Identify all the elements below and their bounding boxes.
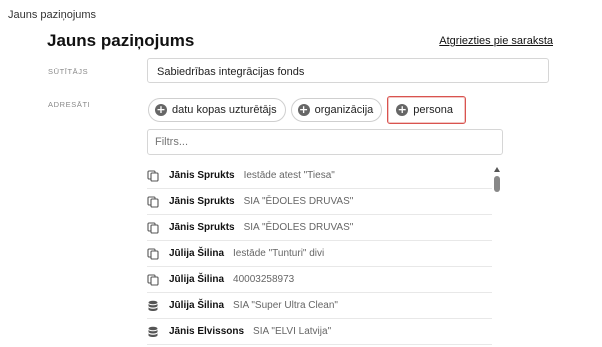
person-organization: Iestāde "Tunturi" divi xyxy=(233,248,325,259)
plus-circle-icon: + xyxy=(155,103,167,116)
chip-label: datu kopas uzturētājs xyxy=(172,104,277,116)
list-item[interactable]: Jānis Elvissons SIA "ELVI Latvija" xyxy=(147,319,492,345)
copy-icon xyxy=(147,195,159,208)
person-organization: Iestāde atest "Tiesa" xyxy=(243,170,335,181)
person-name: Jūlija Šilina xyxy=(169,300,225,311)
list-item[interactable]: Jūlija Šilina SIA "Super Ultra Clean" xyxy=(147,293,492,319)
person-organization: 40003258973 xyxy=(233,274,295,285)
person-organization: SIA "ĒDOLES DRUVAS" xyxy=(243,222,354,233)
person-name: Jānis Sprukts xyxy=(169,222,235,233)
copy-icon xyxy=(147,169,159,182)
list-item[interactable]: Jānis Sprukts SIA "ĒDOLES DRUVAS" xyxy=(147,189,492,215)
database-icon xyxy=(147,326,159,338)
chip-label: persona xyxy=(413,104,454,116)
database-icon xyxy=(147,300,159,312)
page-title: Jauns paziņojums xyxy=(47,31,195,50)
chip-person[interactable]: + persona xyxy=(387,96,467,124)
person-list: Jānis Sprukts Iestāde atest "Tiesa" Jāni… xyxy=(147,163,492,347)
breadcrumb: Jauns paziņojums xyxy=(8,9,97,21)
list-item[interactable]: Jānis Sprukts Iestāde atest "Tiesa" xyxy=(147,163,492,189)
list-item[interactable]: Jūlija Šilina 40003258973 xyxy=(147,267,492,293)
person-name: Jānis Sprukts xyxy=(169,196,235,207)
person-organization: SIA "ELVI Latvija" xyxy=(253,326,332,337)
recipient-type-chips: + datu kopas uzturētājs + organizācija +… xyxy=(148,96,467,124)
person-organization: SIA "Super Ultra Clean" xyxy=(233,300,338,311)
person-name: Jūlija Šilina xyxy=(169,274,225,285)
person-organization: SIA "ĒDOLES DRUVAS" xyxy=(243,196,354,207)
scrollbar-thumb[interactable] xyxy=(494,176,500,192)
plus-circle-icon: + xyxy=(297,103,310,116)
person-name: Jūlija Šilina xyxy=(169,248,225,259)
copy-icon xyxy=(147,247,159,260)
chip-dataset-maintainer[interactable]: + datu kopas uzturētājs xyxy=(148,98,286,122)
copy-icon xyxy=(147,273,159,286)
list-item[interactable]: Jānis Sprukts SIA "ĒDOLES DRUVAS" xyxy=(147,215,492,241)
scroll-up-arrow[interactable] xyxy=(494,167,500,172)
recipients-label: ADRESĀTI xyxy=(48,100,91,109)
filter-input[interactable] xyxy=(147,129,503,155)
chip-organization[interactable]: + organizācija xyxy=(290,98,383,122)
chip-label: organizācija xyxy=(314,104,374,116)
list-item[interactable]: Jūlija Šilina Iestāde "Tunturi" divi xyxy=(147,241,492,267)
person-name: Jānis Elvissons xyxy=(169,326,245,337)
sender-label: SŪTĪTĀJS xyxy=(48,67,89,76)
back-to-list-link[interactable]: Atgriezties pie saraksta xyxy=(439,35,553,47)
sender-field[interactable]: Sabiedrības integrācijas fonds xyxy=(147,58,549,83)
person-name: Jānis Sprukts xyxy=(169,170,235,181)
copy-icon xyxy=(147,221,159,234)
plus-circle-icon: + xyxy=(396,103,409,116)
